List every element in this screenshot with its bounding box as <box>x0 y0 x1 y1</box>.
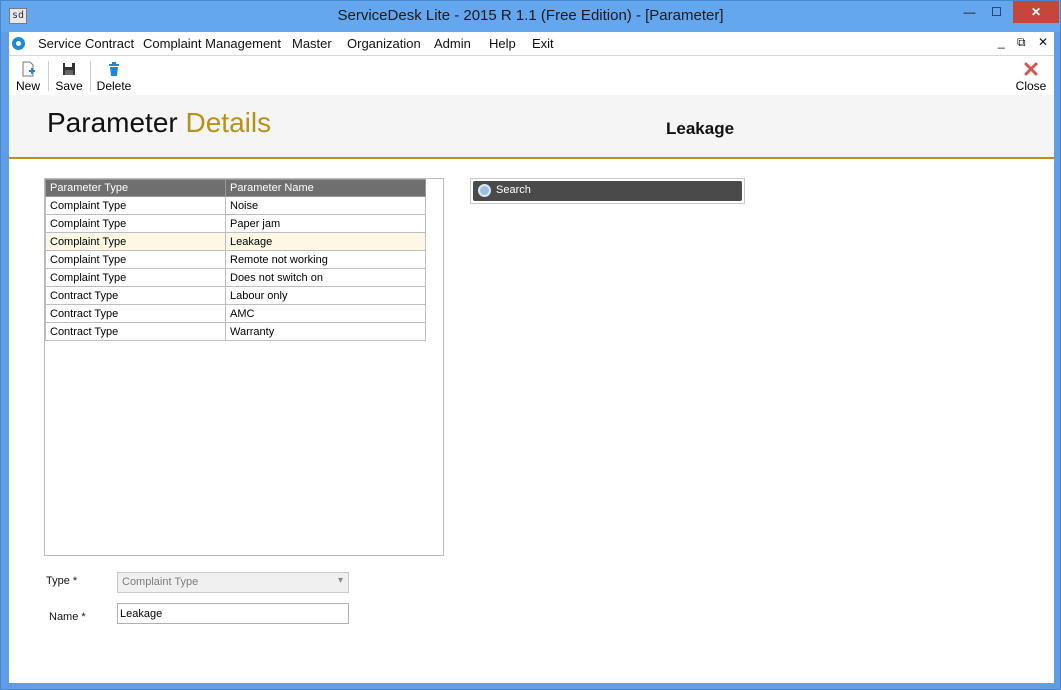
type-select-value: Complaint Type <box>122 576 199 588</box>
cell-parameter-name[interactable]: Does not switch on <box>225 268 426 287</box>
client-area: Service Contract Complaint Management Ma… <box>9 32 1054 683</box>
mdi-close-button[interactable]: ✕ <box>1038 35 1048 49</box>
parameter-grid-panel: Parameter Type Parameter Name Complaint … <box>44 178 444 556</box>
save-button-label: Save <box>55 79 83 93</box>
menu-exit[interactable]: Exit <box>532 36 554 51</box>
close-button[interactable]: Close <box>1014 61 1048 93</box>
menu-complaint-management[interactable]: Complaint Management <box>143 36 281 51</box>
cell-parameter-type[interactable]: Complaint Type <box>45 250 226 269</box>
mdi-restore-button[interactable]: ⧉ <box>1017 35 1026 50</box>
cell-parameter-name[interactable]: Remote not working <box>225 250 426 269</box>
cell-parameter-type[interactable]: Complaint Type <box>45 214 226 233</box>
cell-parameter-type[interactable]: Complaint Type <box>45 268 226 287</box>
chevron-down-icon: ▾ <box>337 575 343 586</box>
save-button[interactable]: Save <box>55 61 83 93</box>
minimize-button[interactable]: — <box>956 1 983 23</box>
column-header-parameter-name[interactable]: Parameter Name <box>225 179 426 197</box>
close-button-label: Close <box>1015 79 1047 93</box>
floppy-disk-icon <box>63 63 75 75</box>
cell-parameter-name[interactable]: Labour only <box>225 286 426 305</box>
toolbar-divider <box>48 61 49 91</box>
cell-parameter-type[interactable]: Complaint Type <box>45 196 226 215</box>
toolbar-divider <box>90 61 91 91</box>
table-row[interactable]: Contract Type AMC <box>45 304 426 323</box>
new-button-label: New <box>15 79 40 93</box>
toolbar: New Save Delete Close <box>9 57 1054 95</box>
search-panel: Search <box>470 178 745 204</box>
close-x-icon <box>1024 62 1038 76</box>
parameter-grid: Parameter Type Parameter Name Complaint … <box>45 179 426 341</box>
table-row[interactable]: Complaint Type Does not switch on <box>45 268 426 287</box>
cell-parameter-name[interactable]: AMC <box>225 304 426 323</box>
cell-parameter-name[interactable]: Noise <box>225 196 426 215</box>
maximize-button[interactable]: ☐ <box>983 1 1010 23</box>
delete-button-label: Delete <box>96 79 132 93</box>
new-button[interactable]: New <box>15 61 41 93</box>
menu-admin[interactable]: Admin <box>434 36 471 51</box>
page-title-accent: Details <box>185 107 272 138</box>
search-label: Search <box>496 184 531 196</box>
page-header: Parameter Details Leakage <box>9 95 1054 159</box>
name-label: Name * <box>49 611 86 623</box>
table-row-selected[interactable]: Complaint Type Leakage <box>45 232 426 251</box>
table-row[interactable]: Complaint Type Noise <box>45 196 426 215</box>
cell-parameter-name[interactable]: Warranty <box>225 322 426 341</box>
current-record-name: Leakage <box>666 119 735 138</box>
cell-parameter-type[interactable]: Contract Type <box>45 286 226 305</box>
title-bar[interactable]: sd ServiceDesk Lite - 2015 R 1.1 (Free E… <box>1 1 1060 32</box>
name-input[interactable] <box>117 603 349 624</box>
app-menu-icon[interactable] <box>12 37 25 50</box>
cell-parameter-name[interactable]: Paper jam <box>225 214 426 233</box>
type-select[interactable]: Complaint Type ▾ <box>117 572 349 593</box>
new-document-icon <box>22 61 35 77</box>
menu-bar: Service Contract Complaint Management Ma… <box>9 32 1054 56</box>
menu-help[interactable]: Help <box>489 36 516 51</box>
search-bar[interactable]: Search <box>473 181 742 201</box>
mdi-minimize-button[interactable]: _ <box>998 35 1005 49</box>
menu-service-contract[interactable]: Service Contract <box>38 36 134 51</box>
column-header-parameter-type[interactable]: Parameter Type <box>45 179 226 197</box>
app-window: sd ServiceDesk Lite - 2015 R 1.1 (Free E… <box>0 0 1061 690</box>
menu-organization[interactable]: Organization <box>347 36 421 51</box>
table-row[interactable]: Complaint Type Paper jam <box>45 214 426 233</box>
window-title: ServiceDesk Lite - 2015 R 1.1 (Free Edit… <box>337 7 724 24</box>
page-title: Parameter Details <box>47 107 271 139</box>
table-row[interactable]: Contract Type Labour only <box>45 286 426 305</box>
table-row[interactable]: Contract Type Warranty <box>45 322 426 341</box>
cell-parameter-name[interactable]: Leakage <box>225 232 426 251</box>
close-window-button[interactable]: ✕ <box>1013 1 1059 23</box>
cell-parameter-type[interactable]: Complaint Type <box>45 232 226 251</box>
trash-can-icon <box>109 62 119 76</box>
menu-master[interactable]: Master <box>292 36 332 51</box>
grid-header-row: Parameter Type Parameter Name <box>45 179 426 197</box>
cell-parameter-type[interactable]: Contract Type <box>45 304 226 323</box>
table-row[interactable]: Complaint Type Remote not working <box>45 250 426 269</box>
cell-parameter-type[interactable]: Contract Type <box>45 322 226 341</box>
type-label: Type * <box>46 575 78 587</box>
page-title-main: Parameter <box>47 107 178 138</box>
delete-button[interactable]: Delete <box>96 61 132 93</box>
search-icon <box>478 184 491 197</box>
